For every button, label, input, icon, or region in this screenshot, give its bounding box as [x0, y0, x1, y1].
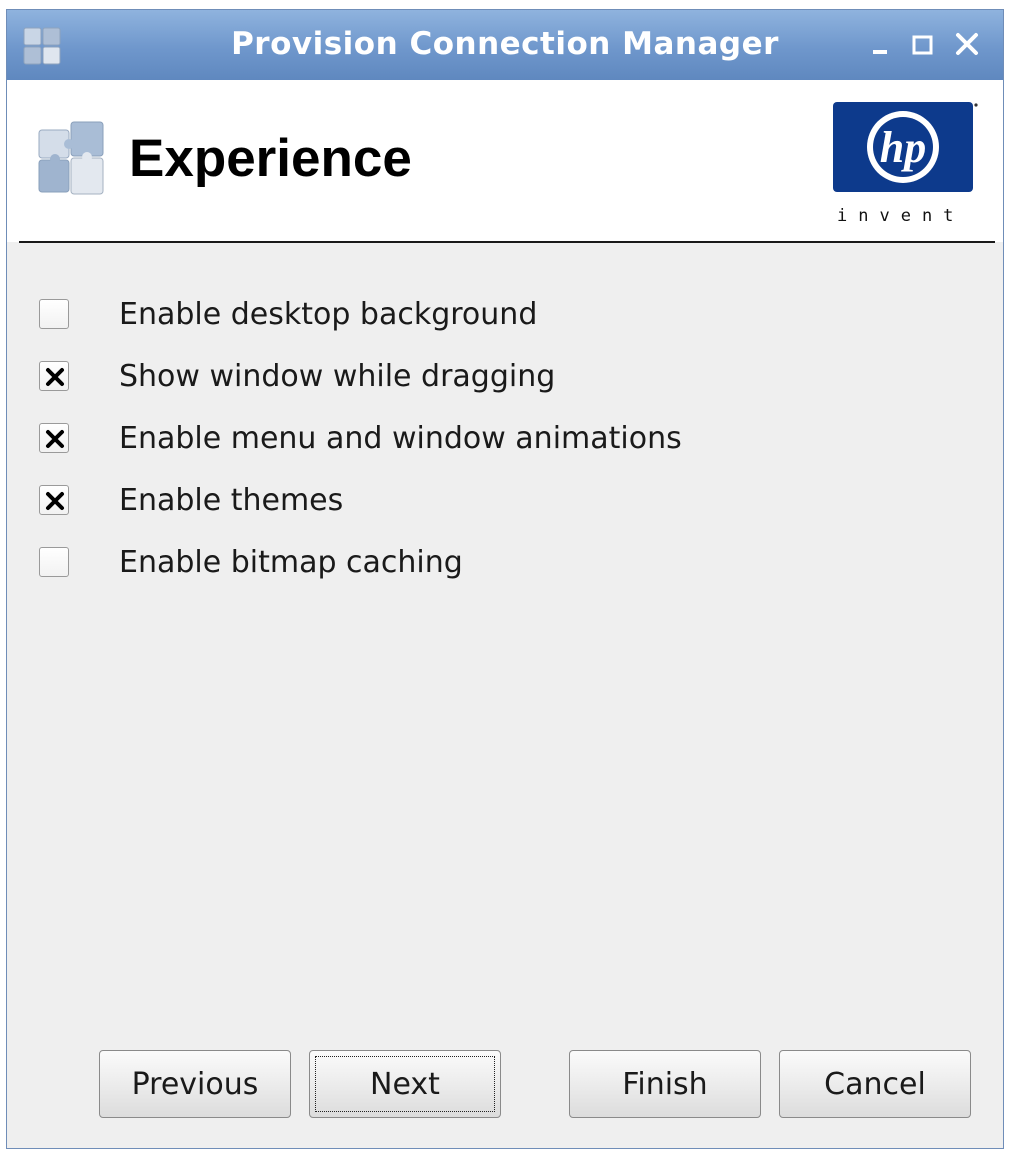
next-button[interactable]: Next	[309, 1050, 501, 1118]
check-x-icon	[46, 492, 64, 510]
hp-logo-mark: hp	[880, 123, 926, 172]
puzzle-icon	[35, 120, 107, 200]
checkbox-menu-window-animations[interactable]	[39, 423, 69, 453]
option-bitmap-caching[interactable]: Enable bitmap caching	[39, 531, 682, 593]
option-label: Show window while dragging	[119, 358, 556, 394]
check-x-icon	[46, 368, 64, 386]
option-label: Enable themes	[119, 482, 344, 518]
checkbox-show-window-dragging[interactable]	[39, 361, 69, 391]
option-show-window-dragging[interactable]: Show window while dragging	[39, 345, 682, 407]
page-title: Experience	[129, 129, 412, 188]
checkbox-desktop-background[interactable]	[39, 299, 69, 329]
page-header: Experience hp invent	[7, 80, 1003, 242]
close-icon[interactable]	[951, 28, 985, 62]
option-desktop-background[interactable]: Enable desktop background	[39, 283, 682, 345]
provision-connection-manager-window: Provision Connection Manager Experience	[6, 9, 1004, 1149]
focus-ring	[315, 1056, 495, 1112]
finish-button[interactable]: Finish	[569, 1050, 761, 1118]
option-label: Enable menu and window animations	[119, 420, 682, 456]
option-menu-window-animations[interactable]: Enable menu and window animations	[39, 407, 682, 469]
previous-button[interactable]: Previous	[99, 1050, 291, 1118]
minimize-icon[interactable]	[865, 28, 899, 62]
header-divider	[19, 241, 995, 243]
window-title: Provision Connection Manager	[231, 26, 779, 62]
checkbox-bitmap-caching[interactable]	[39, 547, 69, 577]
option-themes[interactable]: Enable themes	[39, 469, 682, 531]
hp-logo: hp	[833, 102, 979, 194]
option-label: Enable desktop background	[119, 296, 538, 332]
maximize-icon[interactable]	[907, 28, 941, 62]
cancel-button[interactable]: Cancel	[779, 1050, 971, 1118]
options-list: Enable desktop background Show window wh…	[39, 283, 682, 593]
title-bar[interactable]: Provision Connection Manager	[7, 10, 1003, 80]
option-label: Enable bitmap caching	[119, 544, 463, 580]
checkbox-themes[interactable]	[39, 485, 69, 515]
hp-tagline: invent	[837, 206, 965, 226]
check-x-icon	[46, 430, 64, 448]
